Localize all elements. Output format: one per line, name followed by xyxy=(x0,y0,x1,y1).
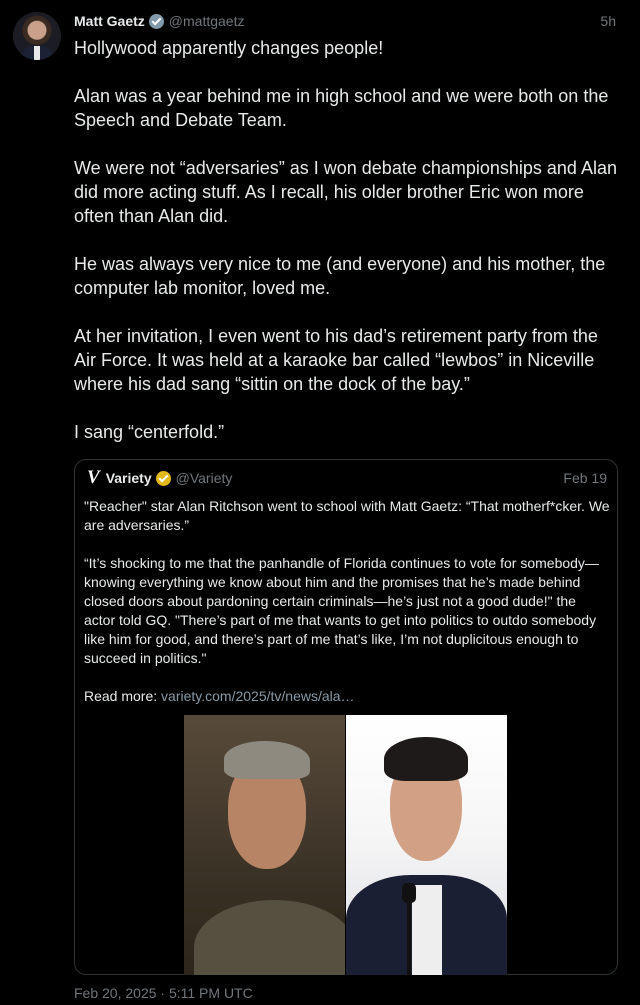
image-shoulders xyxy=(194,900,345,975)
article-link[interactable]: variety.com/2025/tv/news/ala… xyxy=(161,688,355,704)
tweet-paragraph: He was always very nice to me (and every… xyxy=(74,254,606,298)
quoted-paragraph: "Reacher" star Alan Ritchson went to sch… xyxy=(84,498,610,533)
quoted-paragraph: “It’s shocking to me that the panhandle … xyxy=(84,555,599,666)
image-hair xyxy=(224,741,310,779)
author-handle[interactable]: @mattgaetz xyxy=(169,13,245,29)
quoted-tweet-date[interactable]: Feb 19 xyxy=(563,470,607,486)
tweet-paragraph: Hollywood apparently changes people! xyxy=(74,38,384,58)
quoted-tweet-body: "Reacher" star Alan Ritchson went to sch… xyxy=(84,497,610,706)
author-avatar[interactable] xyxy=(13,12,61,60)
avatar-shirt xyxy=(34,46,40,60)
quoted-media[interactable] xyxy=(184,715,507,975)
quoted-tweet[interactable]: V Variety @Variety Feb 19 "Reacher" star… xyxy=(74,459,618,975)
verified-badge-icon xyxy=(148,13,164,29)
quoted-tweet-header: V Variety @Variety Feb 19 xyxy=(87,467,607,488)
read-more-label: Read more: xyxy=(84,688,162,704)
tweet-paragraph: Alan was a year behind me in high school… xyxy=(74,86,609,130)
tweet-paragraph: We were not “adversaries” as I won debat… xyxy=(74,158,617,226)
quoted-author-name[interactable]: Variety xyxy=(106,470,152,486)
quoted-author-handle[interactable]: @Variety xyxy=(176,470,233,486)
gold-verified-badge-icon xyxy=(155,470,171,486)
image-microphone xyxy=(402,883,416,903)
image-shirt xyxy=(412,885,442,975)
tweet-body: Hollywood apparently changes people! Ala… xyxy=(74,36,619,444)
variety-logo-icon: V xyxy=(87,467,100,488)
image-hair xyxy=(384,737,468,781)
author-name[interactable]: Matt Gaetz xyxy=(74,13,145,29)
media-image-left[interactable] xyxy=(184,715,346,975)
image-mic-stand xyxy=(407,901,411,975)
read-more-line: Read more: variety.com/2025/tv/news/ala… xyxy=(84,687,610,706)
tweet-timestamp[interactable]: Feb 20, 2025 · 5:11 PM UTC xyxy=(74,985,253,1001)
tweet-paragraph: At her invitation, I even went to his da… xyxy=(74,326,598,394)
tweet-paragraph: I sang “centerfold.” xyxy=(74,422,225,442)
tweet-age[interactable]: 5h xyxy=(600,13,616,29)
media-image-right[interactable] xyxy=(346,715,507,975)
tweet-header: Matt Gaetz @mattgaetz 5h xyxy=(74,12,616,30)
